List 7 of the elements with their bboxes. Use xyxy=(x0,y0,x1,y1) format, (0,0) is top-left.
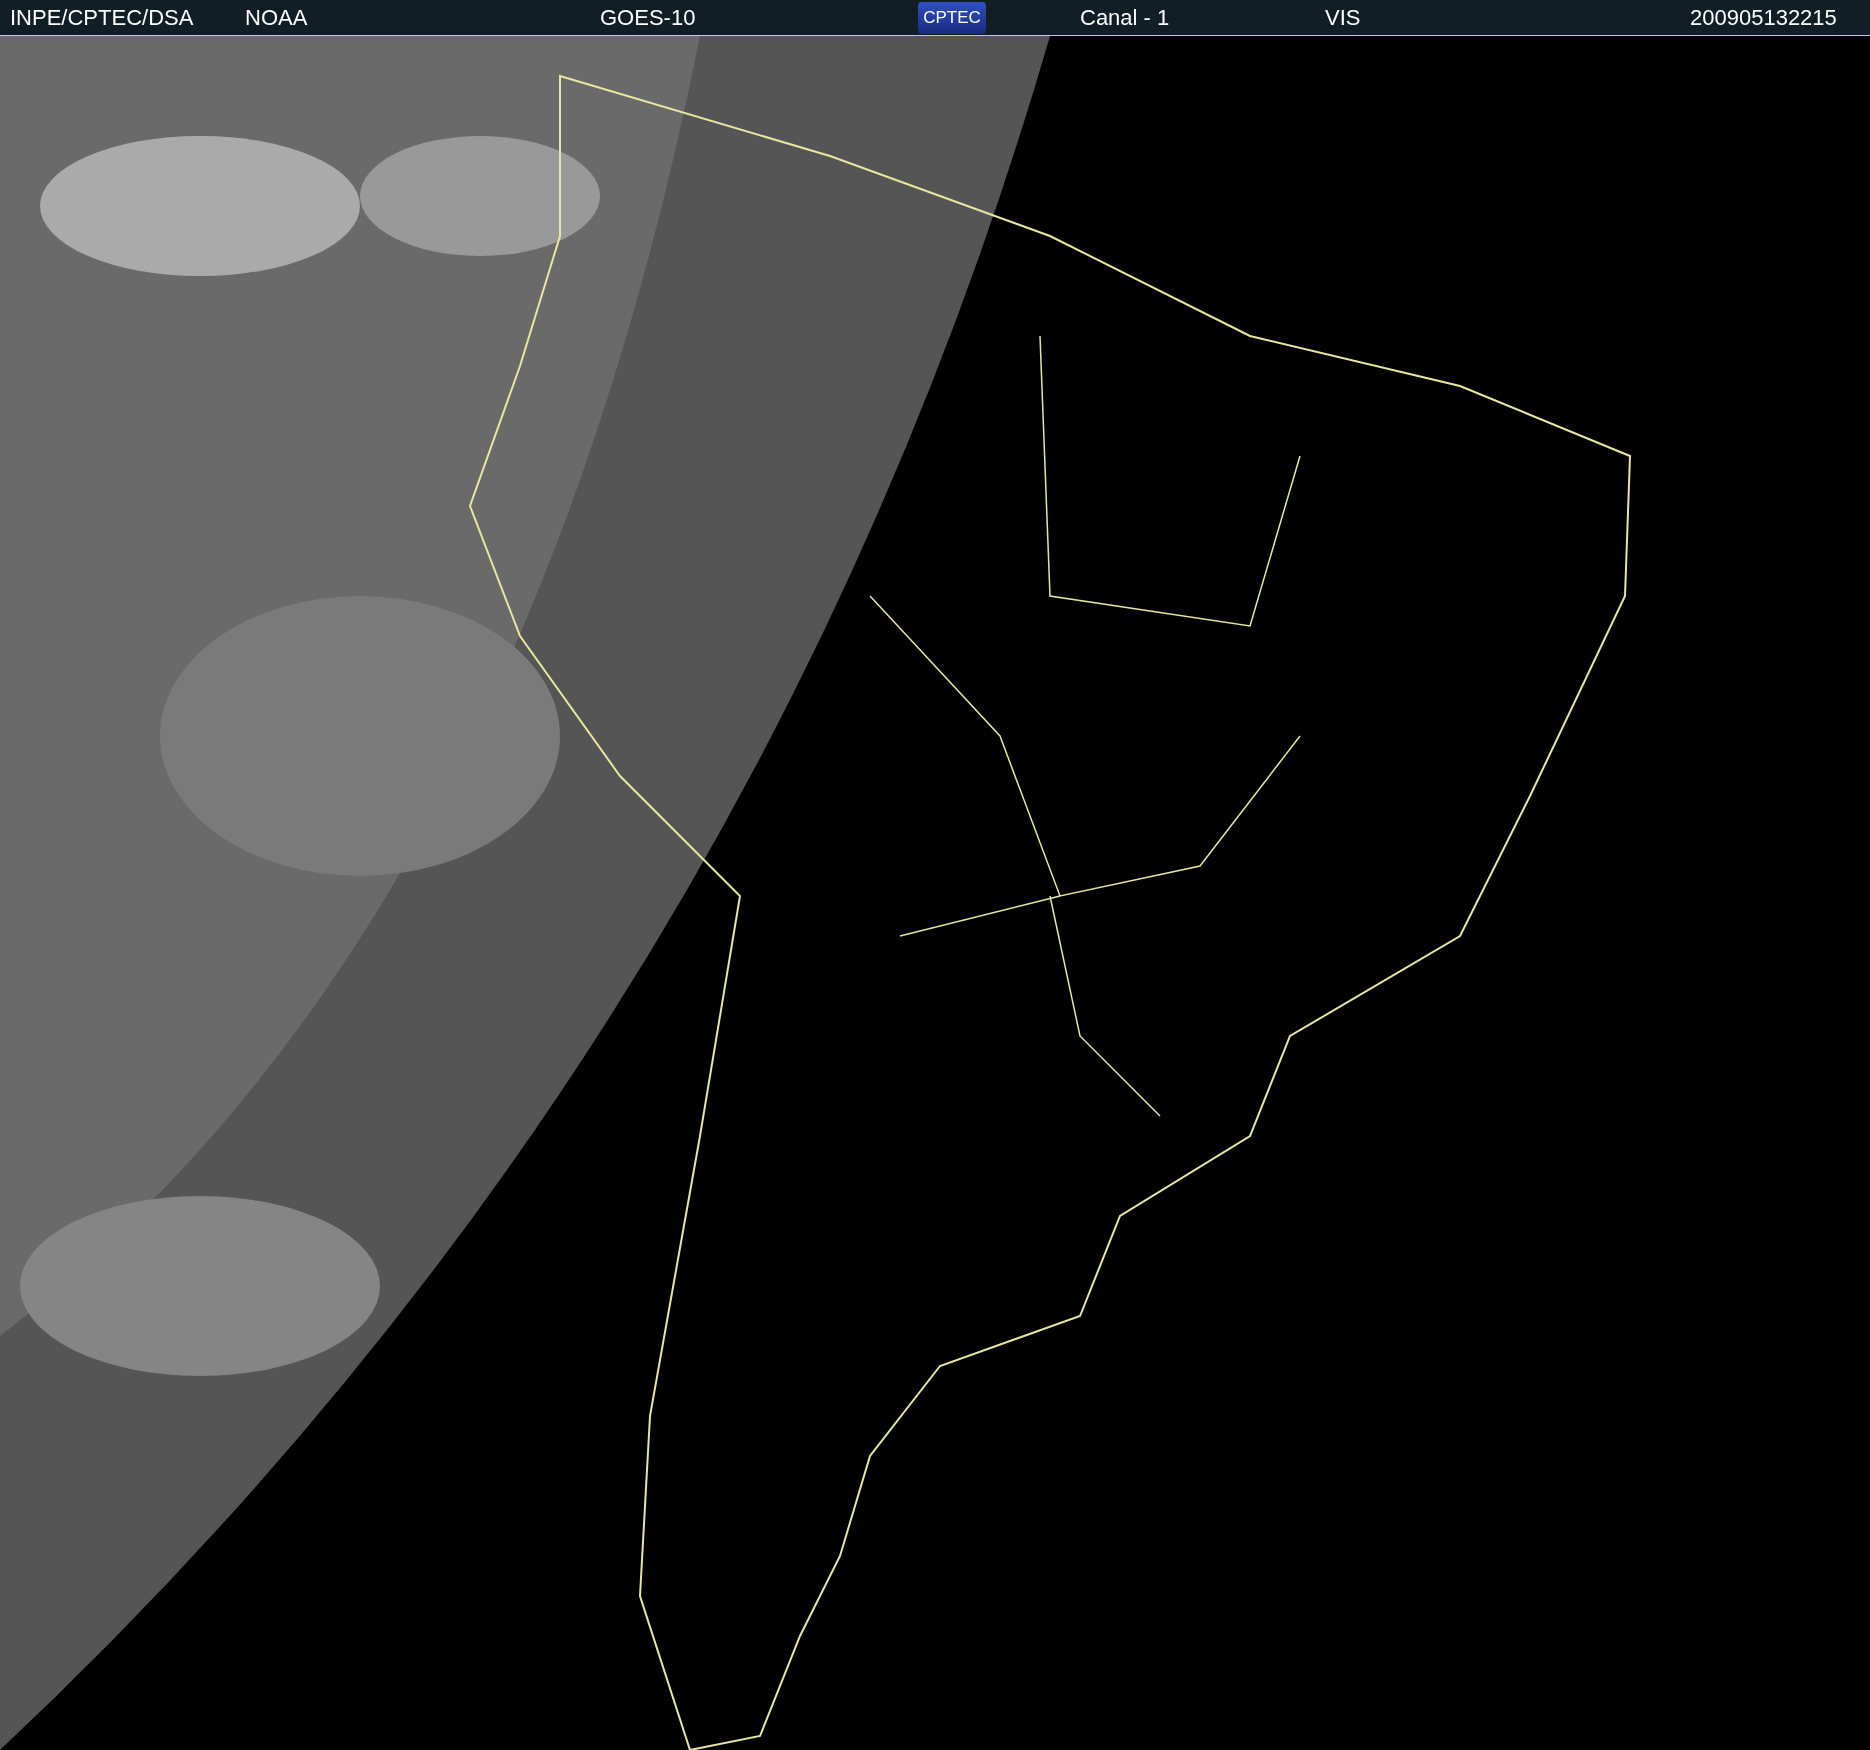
header-label: Canal - 1 xyxy=(1080,4,1170,31)
header-label: 200905132215 xyxy=(1690,4,1837,31)
header-label: NOAA xyxy=(245,4,308,31)
header-label: GOES-10 xyxy=(600,4,696,31)
logo: CPTEC xyxy=(918,1,986,34)
header-label: VIS xyxy=(1325,4,1361,31)
header-label: INPE/CPTEC/DSA xyxy=(10,4,194,31)
